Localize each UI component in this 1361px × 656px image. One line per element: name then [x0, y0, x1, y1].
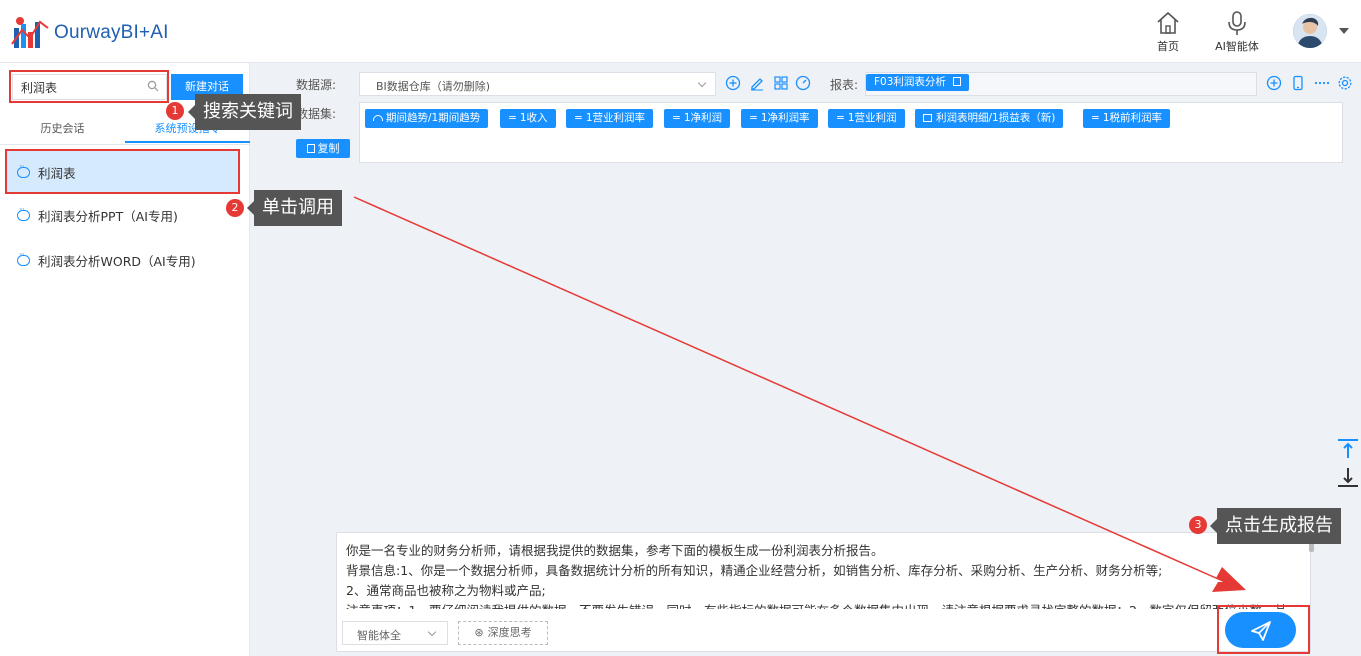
step-tooltip: 点击生成报告 [1210, 508, 1341, 544]
step-tooltip: 搜索关键词 [188, 94, 301, 130]
step-badge: 3 [1189, 516, 1207, 534]
step-badge: 1 [166, 102, 184, 120]
step-badge: 2 [226, 199, 244, 217]
step-tooltip: 单击调用 [247, 190, 342, 226]
